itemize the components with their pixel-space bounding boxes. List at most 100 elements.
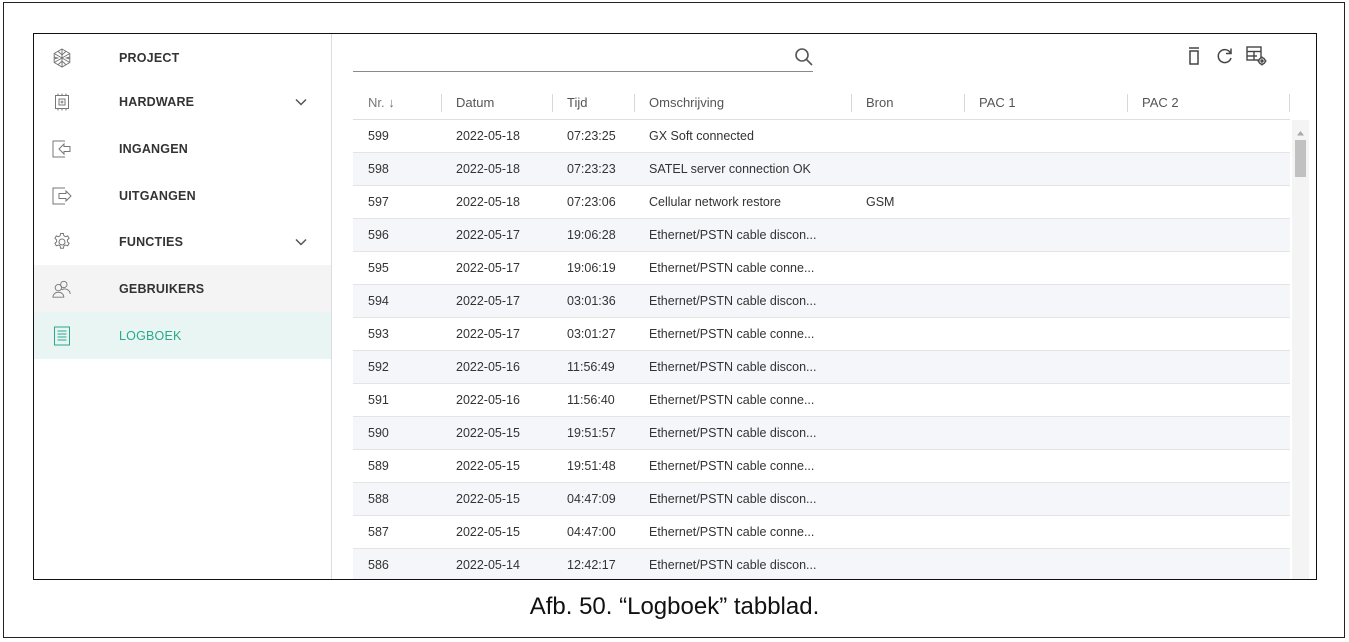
cell-datum: 2022-05-18 <box>456 162 520 176</box>
sidebar-item-label: LOGBOEK <box>119 328 182 343</box>
project-icon <box>52 47 72 68</box>
cell-nr: 596 <box>368 228 389 242</box>
cell-datum: 2022-05-16 <box>456 360 520 374</box>
table-row[interactable]: 593 2022-05-17 03:01:27 Ethernet/PSTN cable… <box>353 318 1290 351</box>
chevron-down-icon[interactable] <box>294 235 308 249</box>
table-row[interactable]: 586 2022-05-14 12:42:17 Ethernet/PSTN cable… <box>353 549 1290 579</box>
search-bar <box>353 44 813 72</box>
cell-nr: 586 <box>368 558 389 572</box>
cell-omschrijving: SATEL server connection OK <box>649 162 811 176</box>
table-row[interactable]: 592 2022-05-16 11:56:49 Ethernet/PSTN cable… <box>353 351 1290 384</box>
cell-tijd: 19:06:19 <box>567 261 616 275</box>
cell-datum: 2022-05-15 <box>456 426 520 440</box>
table-row[interactable]: 588 2022-05-15 04:47:09 Ethernet/PSTN cable… <box>353 483 1290 516</box>
cell-omschrijving: Ethernet/PSTN cable conne... <box>649 525 815 539</box>
cell-omschrijving: Ethernet/PSTN cable conne... <box>649 459 815 473</box>
table-row[interactable]: 599 2022-05-18 07:23:25 GX Soft connected <box>353 120 1290 153</box>
cell-nr: 590 <box>368 426 389 440</box>
cell-bron: GSM <box>866 195 895 209</box>
column-header-tijd[interactable]: Tijd <box>552 86 634 120</box>
cell-omschrijving: Ethernet/PSTN cable conne... <box>649 393 815 407</box>
logbook-panel: Nr. ↓ Datum Tijd Omschrijving Bron PAC 1… <box>332 34 1316 579</box>
cell-datum: 2022-05-16 <box>456 393 520 407</box>
sidebar-item-gebruikers[interactable]: GEBRUIKERS <box>34 265 331 312</box>
cell-tijd: 03:01:27 <box>567 327 616 341</box>
cell-nr: 592 <box>368 360 389 374</box>
table-row[interactable]: 597 2022-05-18 07:23:06 Cellular network re… <box>353 186 1290 219</box>
cell-datum: 2022-05-18 <box>456 129 520 143</box>
table-row[interactable]: 594 2022-05-17 03:01:36 Ethernet/PSTN cable… <box>353 285 1290 318</box>
sidebar-item-functies[interactable]: FUNCTIES <box>34 218 331 265</box>
cell-omschrijving: Ethernet/PSTN cable discon... <box>649 558 817 572</box>
table-row[interactable]: 598 2022-05-18 07:23:23 SATEL server connec… <box>353 153 1290 186</box>
scroll-up-arrow-icon[interactable] <box>1296 124 1305 136</box>
cell-datum: 2022-05-14 <box>456 558 520 572</box>
sidebar-item-label: PROJECT <box>119 50 180 65</box>
cell-omschrijving: Ethernet/PSTN cable discon... <box>649 492 817 506</box>
sidebar-item-hardware[interactable]: HARDWARE <box>34 78 331 125</box>
figure-caption: Afb. 50. “Logboek” tabblad. <box>529 593 820 620</box>
sidebar-item-project[interactable]: PROJECT <box>34 34 331 81</box>
cell-nr: 588 <box>368 492 389 506</box>
sidebar-item-ingangen[interactable]: INGANGEN <box>34 125 331 172</box>
table-row[interactable]: 595 2022-05-17 19:06:19 Ethernet/PSTN cable… <box>353 252 1290 285</box>
sidebar-item-label: UITGANGEN <box>119 188 196 203</box>
cell-tijd: 19:51:57 <box>567 426 616 440</box>
column-divider <box>1289 94 1290 112</box>
column-header-omschrijving[interactable]: Omschrijving <box>634 86 851 120</box>
refresh-icon[interactable] <box>1214 45 1236 67</box>
column-header-datum[interactable]: Datum <box>441 86 552 120</box>
table-row[interactable]: 589 2022-05-15 19:51:48 Ethernet/PSTN cable… <box>353 450 1290 483</box>
users-icon <box>52 279 72 299</box>
input-arrow-icon <box>52 139 72 159</box>
table-row[interactable]: 587 2022-05-15 04:47:00 Ethernet/PSTN cable… <box>353 516 1290 549</box>
cell-tijd: 07:23:06 <box>567 195 616 209</box>
sidebar-item-uitgangen[interactable]: UITGANGEN <box>34 172 331 219</box>
cell-tijd: 07:23:23 <box>567 162 616 176</box>
cell-tijd: 04:47:09 <box>567 492 616 506</box>
event-log-table: Nr. ↓ Datum Tijd Omschrijving Bron PAC 1… <box>353 86 1309 579</box>
column-header-nr[interactable]: Nr. ↓ <box>353 86 441 120</box>
cell-datum: 2022-05-15 <box>456 492 520 506</box>
cell-tijd: 11:56:40 <box>567 393 615 407</box>
cell-tijd: 19:51:48 <box>567 459 616 473</box>
logbook-icon <box>52 326 72 346</box>
sidebar-item-label: GEBRUIKERS <box>119 281 205 296</box>
cell-tijd: 11:56:49 <box>567 360 615 374</box>
column-header-pac1[interactable]: PAC 1 <box>964 86 1127 120</box>
table-body: 599 2022-05-18 07:23:25 GX Soft connected 59… <box>353 120 1290 579</box>
vertical-scrollbar[interactable] <box>1292 120 1309 579</box>
table-row[interactable]: 590 2022-05-15 19:51:57 Ethernet/PSTN cable… <box>353 417 1290 450</box>
cell-datum: 2022-05-17 <box>456 261 520 275</box>
sidebar-item-label: FUNCTIES <box>119 234 184 249</box>
scrollbar-thumb[interactable] <box>1295 140 1306 177</box>
cell-nr: 591 <box>368 393 389 407</box>
column-header-pac2[interactable]: PAC 2 <box>1127 86 1289 120</box>
cell-tijd: 19:06:28 <box>567 228 616 242</box>
cell-tijd: 12:42:17 <box>567 558 616 572</box>
column-header-bron[interactable]: Bron <box>851 86 964 120</box>
cell-datum: 2022-05-17 <box>456 327 520 341</box>
gear-icon <box>52 232 72 252</box>
cell-datum: 2022-05-15 <box>456 459 520 473</box>
cell-omschrijving: Ethernet/PSTN cable discon... <box>649 426 817 440</box>
sidebar-item-logboek[interactable]: LOGBOEK <box>34 312 331 359</box>
cell-nr: 595 <box>368 261 389 275</box>
cell-nr: 593 <box>368 327 389 341</box>
cell-omschrijving: GX Soft connected <box>649 129 754 143</box>
delete-icon[interactable] <box>1183 45 1205 67</box>
cell-nr: 589 <box>368 459 389 473</box>
table-row[interactable]: 596 2022-05-17 19:06:28 Ethernet/PSTN cable… <box>353 219 1290 252</box>
output-arrow-icon <box>52 186 72 206</box>
table-row[interactable]: 591 2022-05-16 11:56:40 Ethernet/PSTN cable… <box>353 384 1290 417</box>
chevron-down-icon[interactable] <box>294 95 308 109</box>
column-settings-icon[interactable] <box>1246 45 1268 67</box>
search-input[interactable] <box>353 44 783 71</box>
sidebar-item-label: HARDWARE <box>119 94 195 109</box>
cell-omschrijving: Ethernet/PSTN cable conne... <box>649 261 815 275</box>
cell-tijd: 07:23:25 <box>567 129 616 143</box>
search-icon[interactable] <box>794 47 814 67</box>
cell-nr: 594 <box>368 294 389 308</box>
cell-omschrijving: Ethernet/PSTN cable conne... <box>649 327 815 341</box>
cell-omschrijving: Ethernet/PSTN cable discon... <box>649 228 817 242</box>
